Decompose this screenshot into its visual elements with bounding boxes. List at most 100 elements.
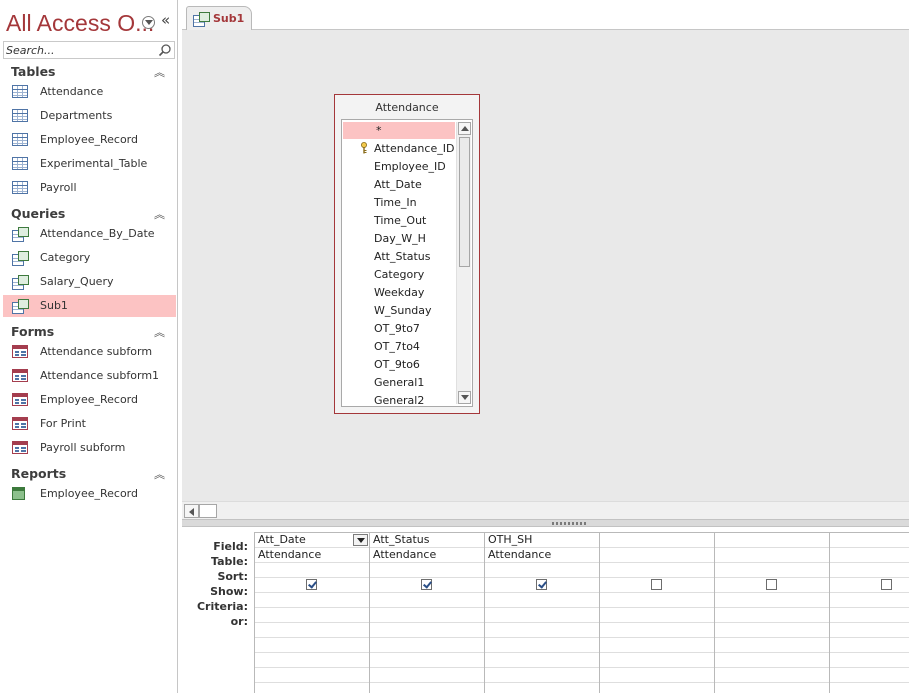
show-checkbox[interactable] [421, 579, 432, 590]
show-cell[interactable] [600, 578, 714, 593]
or-cell[interactable] [370, 638, 484, 653]
search-icon[interactable] [158, 43, 172, 57]
or-cell[interactable] [255, 623, 369, 638]
nav-item[interactable]: Attendance subform1 [3, 365, 176, 387]
or-cell[interactable] [485, 653, 599, 668]
or-cell[interactable] [600, 653, 714, 668]
field-cell[interactable]: Att_Status [370, 533, 484, 548]
or-cell[interactable] [715, 668, 829, 683]
splitter-grip-icon[interactable] [552, 522, 588, 525]
or-cell[interactable] [485, 608, 599, 623]
nav-item[interactable]: Employee_Record [3, 483, 176, 505]
nav-item[interactable]: Attendance_By_Date [3, 223, 176, 245]
show-cell[interactable] [715, 578, 829, 593]
criteria-cell[interactable] [370, 593, 484, 608]
or-cell[interactable] [370, 608, 484, 623]
field-dropdown-button[interactable] [353, 534, 368, 546]
field-list-vertical-scrollbar[interactable] [456, 122, 471, 404]
or-cell[interactable] [715, 623, 829, 638]
or-cell[interactable] [600, 638, 714, 653]
field-list-item[interactable]: General1 [343, 374, 455, 391]
or-cell[interactable] [485, 668, 599, 683]
show-checkbox[interactable] [766, 579, 777, 590]
table-cell[interactable] [715, 548, 829, 563]
pane-splitter[interactable] [182, 519, 909, 527]
show-cell[interactable] [255, 578, 369, 593]
or-cell[interactable] [370, 653, 484, 668]
nav-header[interactable]: All Access O... « [0, 8, 177, 38]
nav-menu-dropdown-icon[interactable] [142, 16, 155, 29]
criteria-cell[interactable] [600, 593, 714, 608]
or-cell[interactable] [255, 638, 369, 653]
sort-cell[interactable] [370, 563, 484, 578]
or-cell[interactable] [485, 623, 599, 638]
field-cell[interactable] [830, 533, 909, 548]
table-cell[interactable] [600, 548, 714, 563]
upper-pane-horizontal-scrollbar[interactable] [182, 501, 909, 519]
field-list-title[interactable]: Attendance [335, 101, 479, 114]
section-header-queries[interactable]: Queries ︽ [0, 203, 177, 225]
criteria-cell[interactable] [830, 593, 909, 608]
scroll-down-button[interactable] [458, 391, 471, 404]
field-list-item[interactable]: Category [343, 266, 455, 283]
show-cell[interactable] [830, 578, 909, 593]
or-cell[interactable] [715, 653, 829, 668]
table-cell[interactable]: Attendance [485, 548, 599, 563]
field-list-item[interactable]: Day_W_H [343, 230, 455, 247]
field-list-item[interactable]: OT_9to6 [343, 356, 455, 373]
or-cell[interactable] [830, 668, 909, 683]
nav-item[interactable]: Employee_Record [3, 389, 176, 411]
field-list-window[interactable]: Attendance * Attendance_ID Employee_ID Att_… [334, 94, 480, 414]
or-cell[interactable] [485, 638, 599, 653]
or-cell[interactable] [255, 653, 369, 668]
field-cell[interactable]: OTH_SH [485, 533, 599, 548]
or-cell[interactable] [255, 668, 369, 683]
nav-item[interactable]: Category [3, 247, 176, 269]
or-cell[interactable] [715, 608, 829, 623]
collapse-section-icon[interactable]: ︽ [154, 324, 165, 340]
collapse-section-icon[interactable]: ︽ [154, 64, 165, 80]
or-cell[interactable] [600, 623, 714, 638]
field-list-item[interactable]: Attendance_ID [343, 140, 455, 157]
nav-item[interactable]: Payroll subform [3, 437, 176, 459]
sort-cell[interactable] [485, 563, 599, 578]
field-list-item[interactable]: OT_9to7 [343, 320, 455, 337]
scroll-up-button[interactable] [458, 122, 471, 135]
criteria-cell[interactable] [715, 593, 829, 608]
sort-cell[interactable] [255, 563, 369, 578]
show-cell[interactable] [485, 578, 599, 593]
sort-cell[interactable] [600, 563, 714, 578]
or-cell[interactable] [715, 638, 829, 653]
field-cell[interactable] [600, 533, 714, 548]
field-list-item[interactable]: Time_In [343, 194, 455, 211]
sort-cell[interactable] [830, 563, 909, 578]
field-list-item[interactable]: OT_7to4 [343, 338, 455, 355]
nav-item[interactable]: Employee_Record [3, 129, 176, 151]
collapse-pane-icon[interactable]: « [161, 11, 170, 29]
field-cell[interactable]: Att_Date [255, 533, 369, 548]
field-list-item[interactable]: Employee_ID [343, 158, 455, 175]
nav-item[interactable]: Payroll [3, 177, 176, 199]
nav-item[interactable]: Salary_Query [3, 271, 176, 293]
tab-sub1[interactable]: Sub1 [186, 6, 252, 31]
collapse-section-icon[interactable]: ︽ [154, 466, 165, 482]
field-list-item[interactable]: Att_Status [343, 248, 455, 265]
scroll-left-button[interactable] [184, 504, 199, 518]
show-checkbox[interactable] [536, 579, 547, 590]
or-cell[interactable] [830, 608, 909, 623]
show-checkbox[interactable] [306, 579, 317, 590]
section-header-forms[interactable]: Forms ︽ [0, 321, 177, 343]
field-list-item[interactable]: Att_Date [343, 176, 455, 193]
field-list-item[interactable]: General2 [343, 392, 455, 406]
or-cell[interactable] [830, 638, 909, 653]
criteria-cell[interactable] [255, 593, 369, 608]
nav-item[interactable]: For Print [3, 413, 176, 435]
field-list-item[interactable]: Time_Out [343, 212, 455, 229]
nav-item[interactable]: Experimental_Table [3, 153, 176, 175]
criteria-cell[interactable] [485, 593, 599, 608]
or-cell[interactable] [830, 623, 909, 638]
field-list-item[interactable]: Weekday [343, 284, 455, 301]
field-list-item[interactable]: W_Sunday [343, 302, 455, 319]
scroll-thumb[interactable] [459, 137, 470, 267]
sort-cell[interactable] [715, 563, 829, 578]
